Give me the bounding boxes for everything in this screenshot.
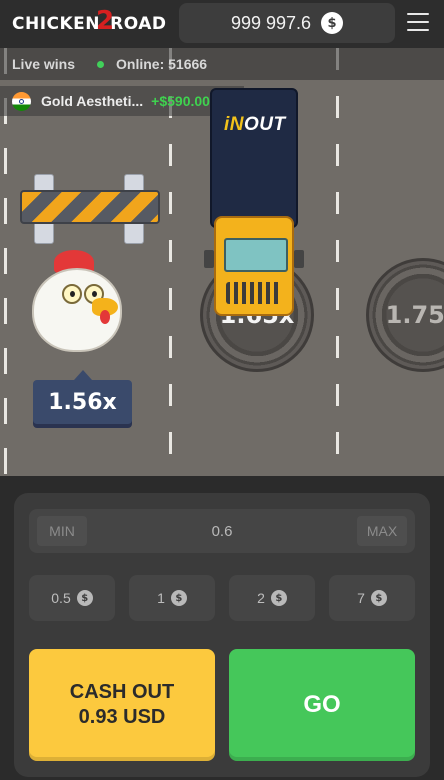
india-flag-icon xyxy=(12,91,31,111)
truck-brand: iNOUT xyxy=(224,114,286,135)
quick-bet-button[interactable]: 1 $ xyxy=(129,575,215,621)
cash-out-amount: 0.93 USD xyxy=(78,706,166,728)
quick-bet-button[interactable]: 7 $ xyxy=(329,575,415,621)
current-multiplier-badge: 1.56x xyxy=(33,370,132,424)
go-button[interactable]: GO xyxy=(229,649,415,761)
bet-control-panel: 0.6 MIN MAX 0.5 $ 1 $ 2 $ 7 $ CASH OUT 0… xyxy=(14,493,430,777)
dollar-coin-icon: $ xyxy=(270,590,287,606)
logo-word-chicken: CHICKEN xyxy=(12,14,101,34)
logo-word-road: ROAD xyxy=(110,14,167,34)
winner-amount: +$590.00 xyxy=(151,93,210,109)
quick-bet-value: 1 xyxy=(157,590,165,606)
cash-out-button[interactable]: CASH OUT 0.93 USD xyxy=(29,649,215,761)
quick-bet-value: 2 xyxy=(257,590,265,606)
winner-name: Gold Aestheti... xyxy=(41,93,144,109)
quick-bet-value: 0.5 xyxy=(51,590,71,606)
road-barrier-icon xyxy=(20,174,162,244)
game-road: Live wins Online: 51666 Gold Aestheti...… xyxy=(0,48,444,476)
max-bet-button[interactable]: MAX xyxy=(357,516,407,546)
logo-number: 2 xyxy=(96,6,115,36)
dollar-coin-icon: $ xyxy=(321,12,344,34)
cash-out-label: CASH OUT xyxy=(69,681,175,703)
go-label: GO xyxy=(303,691,341,718)
dollar-coin-icon: $ xyxy=(76,590,93,606)
quick-bet-button[interactable]: 0.5 $ xyxy=(29,575,115,621)
quick-bet-value: 7 xyxy=(357,590,365,606)
quick-bet-button[interactable]: 2 $ xyxy=(229,575,315,621)
bet-amount-row: 0.6 MIN MAX xyxy=(29,509,415,553)
chicken-player-icon xyxy=(28,246,128,356)
multiplier-value: 1.75x xyxy=(385,301,444,329)
live-wins-bar: Live wins Online: 51666 xyxy=(0,48,444,80)
current-multiplier: 1.56x xyxy=(48,389,117,415)
game-logo: CHICKEN 2 ROAD xyxy=(12,6,167,38)
dollar-coin-icon: $ xyxy=(170,590,187,606)
min-bet-button[interactable]: MIN xyxy=(37,516,87,546)
future-multiplier-manhole: 1.75x xyxy=(366,258,444,372)
online-count: Online: 51666 xyxy=(116,56,208,72)
live-wins-label: Live wins xyxy=(12,56,76,72)
dollar-coin-icon: $ xyxy=(370,590,387,606)
online-status-icon xyxy=(97,60,105,68)
lane-divider xyxy=(336,48,339,476)
top-bar: CHICKEN 2 ROAD 999 997.6 $ xyxy=(0,0,444,48)
truck-icon: iNOUT xyxy=(204,88,304,320)
balance-value: 999 997.6 xyxy=(230,12,312,33)
balance-display: 999 997.6 $ xyxy=(179,3,395,43)
menu-icon[interactable] xyxy=(407,11,429,33)
